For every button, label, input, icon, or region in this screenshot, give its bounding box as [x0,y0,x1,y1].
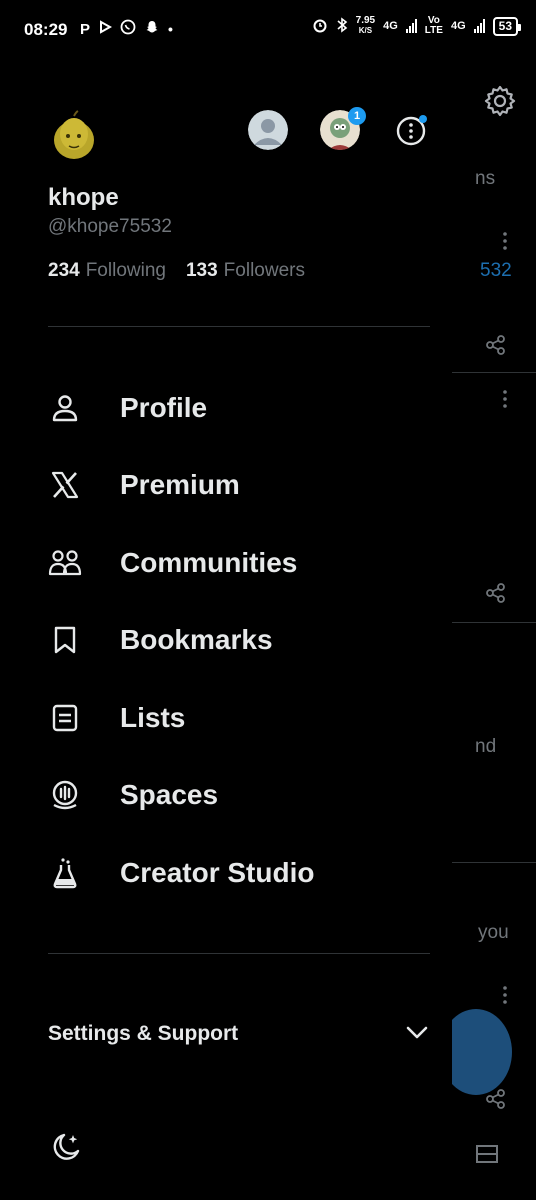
settings-gear-icon[interactable] [483,84,517,118]
volte-indicator: Vo LTE [424,15,443,36]
menu-label-bookmarks: Bookmarks [120,624,273,655]
menu-label-creator-studio: Creator Studio [120,857,315,888]
alarm-icon [312,17,328,36]
notification-badge: 1 [348,107,366,125]
followers-label[interactable]: Followers [224,260,305,282]
system-icons: 7.95 K/S 4G Vo LTE 4G 53 [312,15,522,36]
more-dots-icon [503,232,507,250]
user-handle: @khope75532 [48,216,172,237]
bluetooth-icon [336,16,348,36]
chevron-down-icon [404,1019,430,1050]
network-speed: 7.95 K/S [355,15,376,36]
person-icon [48,391,82,425]
feed-snippet: nd [475,736,497,757]
feed-divider [445,372,536,373]
messages-icon [475,1142,499,1171]
feed-divider [445,622,536,623]
switch-account-avatar[interactable] [248,110,288,150]
feed-snippet: ns [475,168,496,189]
menu-item-profile[interactable]: Profile [48,378,430,438]
menu-item-premium[interactable]: Premium [48,455,430,515]
list-icon [48,701,82,735]
dot-icon: • [168,21,173,37]
menu-label-spaces: Spaces [120,779,219,810]
whatsapp-icon [120,19,136,39]
feed-divider [445,862,536,863]
bookmark-icon [48,623,82,657]
spaces-icon [48,778,82,812]
feed-handle-snippet: 532 [480,260,512,281]
followers-count[interactable]: 133 [186,260,218,282]
menu-item-communities[interactable]: Communities [48,533,430,593]
status-bar: 08:29 P • 7.95 K/S 4G Vo LTE 4G 53 [0,0,536,62]
settings-support-label: Settings & Support [48,1022,239,1045]
snapchat-icon [144,19,160,39]
share-icon [485,334,507,356]
net-4g-2: 4G [450,20,466,32]
menu-item-lists[interactable]: Lists [48,688,430,748]
display-name[interactable]: khope [48,184,119,212]
communities-icon [48,546,82,580]
navigation-drawer: 1 khope @khope75532 234 Following 133 Fo… [0,62,452,1200]
battery-icon: 53 [492,16,522,36]
section-divider [48,953,430,954]
menu-label-lists: Lists [120,702,186,733]
following-label[interactable]: Following [86,260,166,282]
x-logo-icon [48,468,82,502]
menu-label-profile: Profile [120,392,208,423]
signal-icon-2 [473,19,485,33]
feed-snippet: you [478,922,509,943]
menu-item-creator-studio[interactable]: Creator Studio [48,843,430,903]
p-app-icon: P [80,20,91,38]
settings-support-toggle[interactable]: Settings & Support [48,1004,430,1064]
dark-mode-moon-icon[interactable] [48,1130,84,1166]
status-time: 08:29 [24,20,68,39]
menu-label-premium: Premium [120,469,240,500]
notification-icons: P • [80,19,173,39]
more-dots-icon [503,390,507,408]
share-icon [485,582,507,604]
more-dots-icon [503,986,507,1004]
following-count[interactable]: 234 [48,260,80,282]
net-4g-1: 4G [383,20,398,32]
more-options-icon[interactable] [394,114,428,148]
menu-item-bookmarks[interactable]: Bookmarks [48,610,430,670]
flask-icon [48,856,82,890]
section-divider [48,326,430,327]
profile-avatar[interactable] [48,110,100,162]
menu-item-spaces[interactable]: Spaces [48,765,430,825]
play-icon [98,20,113,38]
follow-stats: 234 Following 133 Followers [48,260,305,282]
signal-icon-1 [405,19,417,33]
menu-label-communities: Communities [120,547,298,578]
